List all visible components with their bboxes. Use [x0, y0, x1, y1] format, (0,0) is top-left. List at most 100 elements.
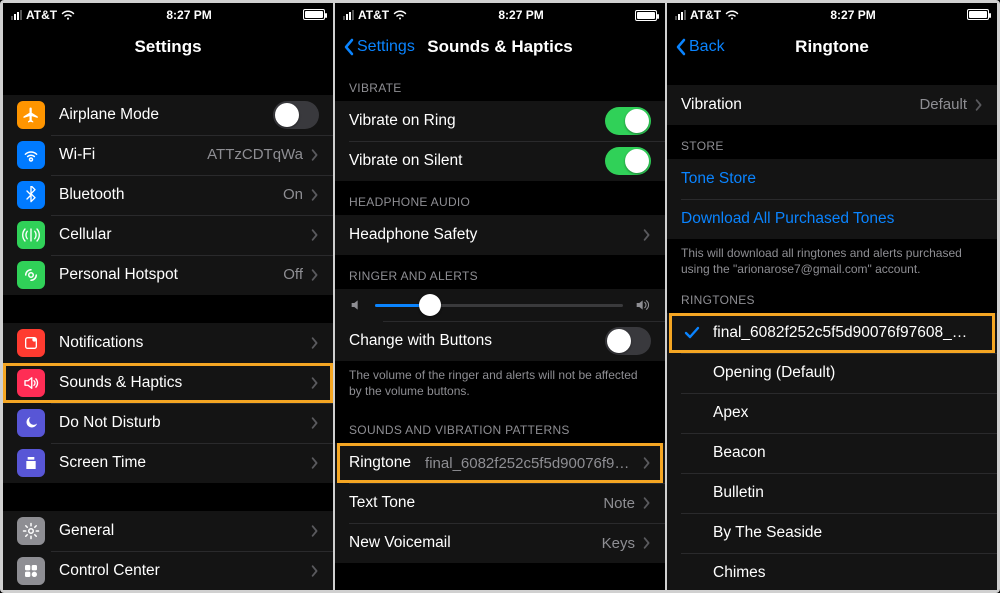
ringer-header: RINGER AND ALERTS [335, 255, 665, 289]
row-tone-opening[interactable]: Opening (Default) [667, 353, 997, 393]
row-wifi[interactable]: Wi-Fi ATTzCDTqWa [3, 135, 333, 175]
row-download-all[interactable]: Download All Purchased Tones [667, 199, 997, 239]
chevron-right-icon [643, 228, 651, 242]
battery-icon [303, 9, 325, 20]
row-bluetooth[interactable]: Bluetooth On [3, 175, 333, 215]
back-button[interactable]: Settings [343, 38, 415, 56]
row-selected-tone[interactable]: final_6082f252c5f5d90076f97608_5… [667, 313, 997, 353]
row-vibrate-on-ring[interactable]: Vibrate on Ring [335, 101, 665, 141]
chevron-right-icon [643, 536, 651, 550]
volume-slider[interactable] [375, 304, 623, 307]
vibrate-header: VIBRATE [335, 67, 665, 101]
row-cellular[interactable]: Cellular [3, 215, 333, 255]
checkmark-icon [681, 325, 703, 341]
status-bar: AT&T 8:27 PM [335, 3, 665, 27]
signal-icon [343, 10, 354, 20]
sounds-list[interactable]: VIBRATE Vibrate on Ring Vibrate on Silen… [335, 67, 665, 590]
wifi-app-icon [17, 141, 45, 169]
airplane-icon [17, 101, 45, 129]
panel-ringtone: AT&T 8:27 PM Back Ringtone Vibration Def… [665, 3, 997, 590]
cellular-icon [17, 221, 45, 249]
row-sounds-haptics[interactable]: Sounds & Haptics [3, 363, 333, 403]
patterns-header: SOUNDS AND VIBRATION PATTERNS [335, 409, 665, 443]
chevron-right-icon [311, 416, 319, 430]
row-ringtone[interactable]: Ringtone final_6082f252c5f5d90076f97… [335, 443, 665, 483]
hotspot-icon [17, 261, 45, 289]
sounds-icon [17, 369, 45, 397]
bluetooth-icon [17, 181, 45, 209]
back-button[interactable]: Back [675, 38, 725, 56]
status-bar: AT&T 8:27 PM [667, 3, 997, 27]
time-label: 8:27 PM [166, 8, 211, 22]
ringtone-value: final_6082f252c5f5d90076f97… [425, 455, 635, 472]
panel-settings: AT&T 8:27 PM Settings Airplane Mode [3, 3, 333, 590]
time-label: 8:27 PM [830, 8, 875, 22]
row-change-with-buttons[interactable]: Change with Buttons [335, 321, 665, 361]
chevron-right-icon [975, 98, 983, 112]
time-label: 8:27 PM [498, 8, 543, 22]
speaker-low-icon [349, 297, 365, 313]
speaker-high-icon [633, 297, 651, 313]
battery-icon [635, 10, 657, 21]
carrier-label: AT&T [358, 8, 389, 22]
chevron-right-icon [311, 148, 319, 162]
chevron-right-icon [311, 228, 319, 242]
row-tone-apex[interactable]: Apex [667, 393, 997, 433]
row-personal-hotspot[interactable]: Personal Hotspot Off [3, 255, 333, 295]
row-do-not-disturb[interactable]: Do Not Disturb [3, 403, 333, 443]
row-screen-time[interactable]: Screen Time [3, 443, 333, 483]
row-tone-bulletin[interactable]: Bulletin [667, 473, 997, 513]
row-general[interactable]: General [3, 511, 333, 551]
row-new-voicemail[interactable]: New Voicemail Keys [335, 523, 665, 563]
chevron-right-icon [643, 496, 651, 510]
row-vibration[interactable]: Vibration Default [667, 85, 997, 125]
row-airplane-mode[interactable]: Airplane Mode [3, 95, 333, 135]
ringtones-header: RINGTONES [667, 287, 997, 313]
wifi-icon [61, 10, 75, 20]
dnd-icon [17, 409, 45, 437]
row-control-center[interactable]: Control Center [3, 551, 333, 590]
three-panel-container: AT&T 8:27 PM Settings Airplane Mode [0, 0, 1000, 593]
nav-bar: Settings Sounds & Haptics [335, 27, 665, 67]
row-tone-chimes[interactable]: Chimes [667, 553, 997, 590]
row-text-tone[interactable]: Text Tone Note [335, 483, 665, 523]
headphone-header: HEADPHONE AUDIO [335, 181, 665, 215]
screentime-icon [17, 449, 45, 477]
row-tone-store[interactable]: Tone Store [667, 159, 997, 199]
chevron-left-icon [343, 38, 355, 56]
chevron-right-icon [311, 524, 319, 538]
chevron-right-icon [311, 564, 319, 578]
chevron-right-icon [311, 336, 319, 350]
row-tone-by-the-seaside[interactable]: By The Seaside [667, 513, 997, 553]
change-buttons-toggle[interactable] [605, 327, 651, 355]
row-vibrate-on-silent[interactable]: Vibrate on Silent [335, 141, 665, 181]
nav-bar: Settings [3, 27, 333, 67]
chevron-right-icon [643, 456, 651, 470]
vibrate-silent-toggle[interactable] [605, 147, 651, 175]
volume-slider-row [335, 289, 665, 321]
download-note: This will download all ringtones and ale… [667, 239, 997, 287]
wifi-icon [725, 10, 739, 20]
signal-icon [11, 10, 22, 20]
row-notifications[interactable]: Notifications [3, 323, 333, 363]
carrier-label: AT&T [690, 8, 721, 22]
row-headphone-safety[interactable]: Headphone Safety [335, 215, 665, 255]
settings-list[interactable]: Airplane Mode Wi-Fi ATTzCDTqWa Bluetooth… [3, 67, 333, 590]
chevron-right-icon [311, 268, 319, 282]
ringtone-list[interactable]: Vibration Default STORE Tone Store Downl… [667, 67, 997, 590]
page-title: Settings [134, 37, 201, 57]
vibrate-ring-toggle[interactable] [605, 107, 651, 135]
notifications-icon [17, 329, 45, 357]
chevron-right-icon [311, 456, 319, 470]
chevron-left-icon [675, 38, 687, 56]
airplane-toggle[interactable] [273, 101, 319, 129]
chevron-right-icon [311, 376, 319, 390]
row-tone-beacon[interactable]: Beacon [667, 433, 997, 473]
volume-note: The volume of the ringer and alerts will… [335, 361, 665, 409]
wifi-icon [393, 10, 407, 20]
chevron-right-icon [311, 188, 319, 202]
battery-icon [967, 9, 989, 20]
general-icon [17, 517, 45, 545]
nav-bar: Back Ringtone [667, 27, 997, 67]
signal-icon [675, 10, 686, 20]
